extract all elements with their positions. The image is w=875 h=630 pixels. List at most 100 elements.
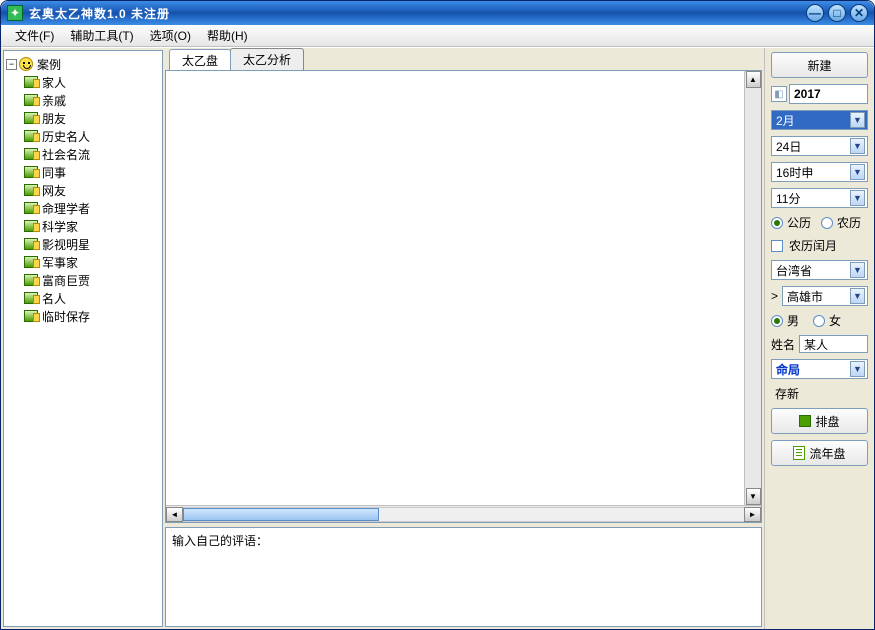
- chart-type-combo[interactable]: 命局▼: [771, 359, 868, 379]
- window-title: 玄奥太乙神数1.0 未注册: [29, 5, 802, 22]
- tabstrip: 太乙盘 太乙分析: [165, 50, 762, 70]
- gender-radio-group: 男 女: [771, 312, 868, 329]
- chevron-down-icon: ▼: [850, 361, 865, 377]
- tree-item-label: 亲戚: [42, 92, 66, 109]
- radio-solar[interactable]: [771, 217, 783, 229]
- comment-label: 输入自己的评语：: [172, 534, 268, 548]
- tree-item[interactable]: 科学家: [6, 217, 160, 235]
- menu-file[interactable]: 文件(F): [7, 25, 62, 46]
- tree-item-label: 富商巨贾: [42, 272, 90, 289]
- liunian-icon: [793, 446, 805, 460]
- lunar-leap-row: 农历闰月: [771, 237, 868, 254]
- folder-icon: [24, 256, 38, 268]
- maximize-button[interactable]: □: [828, 4, 846, 22]
- city-row: > 高雄市▼: [771, 286, 868, 306]
- province-combo[interactable]: 台湾省▼: [771, 260, 868, 280]
- chevron-down-icon: ▼: [850, 138, 865, 154]
- day-combo[interactable]: 24日▼: [771, 136, 868, 156]
- folder-icon: [24, 184, 38, 196]
- year-box[interactable]: 2017: [789, 84, 868, 104]
- scroll-track[interactable]: [183, 507, 744, 522]
- folder-icon: [24, 274, 38, 286]
- smile-icon: [19, 57, 33, 71]
- folder-icon: [24, 130, 38, 142]
- scroll-right-arrow[interactable]: ►: [744, 507, 761, 522]
- radio-lunar[interactable]: [821, 217, 833, 229]
- tree-item[interactable]: 家人: [6, 73, 160, 91]
- text-area[interactable]: [166, 71, 761, 505]
- radio-female[interactable]: [813, 315, 825, 327]
- radio-male[interactable]: [771, 315, 783, 327]
- liunian-button[interactable]: 流年盘: [771, 440, 868, 466]
- minimize-button[interactable]: —: [806, 4, 824, 22]
- tree-item[interactable]: 影视明星: [6, 235, 160, 253]
- scroll-up-arrow[interactable]: ▲: [746, 71, 761, 88]
- titlebar: ✦ 玄奥太乙神数1.0 未注册 — □ ✕: [1, 1, 874, 25]
- chevron-down-icon: ▼: [850, 262, 865, 278]
- tree-item[interactable]: 亲戚: [6, 91, 160, 109]
- check-lunar-leap[interactable]: [771, 240, 783, 252]
- tree-item[interactable]: 命理学者: [6, 199, 160, 217]
- hour-combo[interactable]: 16时申▼: [771, 162, 868, 182]
- tree-item-label: 名人: [42, 290, 66, 307]
- tree-root[interactable]: − 案例: [6, 55, 160, 73]
- chevron-down-icon: ▼: [850, 112, 865, 128]
- calendar-icon[interactable]: ◧: [771, 86, 787, 102]
- city-combo[interactable]: 高雄市▼: [782, 286, 868, 306]
- collapse-icon[interactable]: −: [6, 59, 17, 70]
- tree-item[interactable]: 网友: [6, 181, 160, 199]
- scroll-down-arrow[interactable]: ▼: [746, 488, 761, 505]
- folder-icon: [24, 76, 38, 88]
- chevron-down-icon: ▼: [850, 164, 865, 180]
- tree-item-label: 临时保存: [42, 308, 90, 325]
- close-button[interactable]: ✕: [850, 4, 868, 22]
- tree-item[interactable]: 临时保存: [6, 307, 160, 325]
- app-icon: ✦: [7, 5, 23, 21]
- minute-combo[interactable]: 11分▼: [771, 188, 868, 208]
- folder-icon: [24, 148, 38, 160]
- scroll-thumb[interactable]: [183, 508, 379, 521]
- tab-taiyi-pan[interactable]: 太乙盘: [169, 49, 231, 71]
- paipan-icon: [799, 415, 811, 427]
- tree-item-label: 科学家: [42, 218, 78, 235]
- folder-icon: [24, 202, 38, 214]
- name-input[interactable]: 某人: [799, 335, 868, 353]
- content-box: ▲ ▼ ◄ ►: [165, 70, 762, 523]
- scroll-left-arrow[interactable]: ◄: [166, 507, 183, 522]
- tree-item[interactable]: 富商巨贾: [6, 271, 160, 289]
- body: − 案例 家人亲戚朋友历史名人社会名流同事网友命理学者科学家影视明星军事家富商巨…: [1, 47, 874, 629]
- tree-item[interactable]: 朋友: [6, 109, 160, 127]
- tab-taiyi-analysis[interactable]: 太乙分析: [230, 48, 304, 70]
- tree-pane[interactable]: − 案例 家人亲戚朋友历史名人社会名流同事网友命理学者科学家影视明星军事家富商巨…: [3, 50, 163, 627]
- name-row: 姓名 某人: [771, 335, 868, 353]
- tree-item[interactable]: 社会名流: [6, 145, 160, 163]
- name-label: 姓名: [771, 336, 795, 353]
- new-button[interactable]: 新建: [771, 52, 868, 78]
- folder-icon: [24, 292, 38, 304]
- tree-item[interactable]: 军事家: [6, 253, 160, 271]
- menubar: 文件(F) 辅助工具(T) 选项(O) 帮助(H): [1, 25, 874, 47]
- vertical-scrollbar[interactable]: ▲ ▼: [744, 71, 761, 505]
- tree-item-label: 朋友: [42, 110, 66, 127]
- menu-options[interactable]: 选项(O): [142, 25, 199, 46]
- right-pane: 新建 ◧ 2017 2月▼ 24日▼ 16时申▼ 11分▼ 公历 农历: [764, 48, 874, 629]
- horizontal-scrollbar[interactable]: ◄ ►: [166, 505, 761, 522]
- tree-item-label: 历史名人: [42, 128, 90, 145]
- folder-icon: [24, 220, 38, 232]
- paipan-button[interactable]: 排盘: [771, 408, 868, 434]
- tree-item[interactable]: 同事: [6, 163, 160, 181]
- chevron-down-icon: ▼: [850, 190, 865, 206]
- center-pane: 太乙盘 太乙分析 ▲ ▼ ◄ ► 输入自己的评语：: [165, 50, 762, 627]
- month-combo[interactable]: 2月▼: [771, 110, 868, 130]
- menu-tools[interactable]: 辅助工具(T): [62, 25, 141, 46]
- tree-item[interactable]: 历史名人: [6, 127, 160, 145]
- app-window: ✦ 玄奥太乙神数1.0 未注册 — □ ✕ 文件(F) 辅助工具(T) 选项(O…: [0, 0, 875, 630]
- comment-box[interactable]: 输入自己的评语：: [165, 527, 762, 627]
- calendar-radio-group: 公历 农历: [771, 214, 868, 231]
- menu-help[interactable]: 帮助(H): [199, 25, 256, 46]
- tree-item-label: 社会名流: [42, 146, 90, 163]
- tree-item[interactable]: 名人: [6, 289, 160, 307]
- tree-item-label: 网友: [42, 182, 66, 199]
- folder-icon: [24, 238, 38, 250]
- tree: − 案例 家人亲戚朋友历史名人社会名流同事网友命理学者科学家影视明星军事家富商巨…: [4, 51, 162, 329]
